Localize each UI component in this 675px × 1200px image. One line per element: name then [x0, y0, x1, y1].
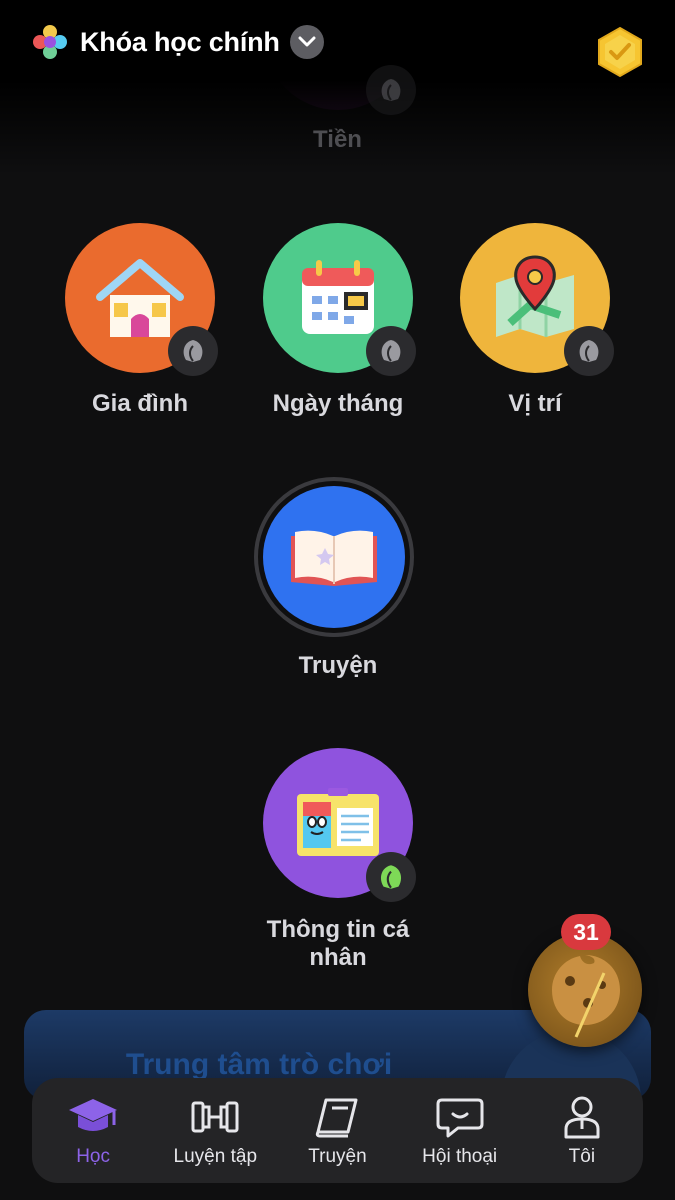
- bottom-tab-bar: Học Luyện tập Truyện Hội thoại Tôi: [32, 1078, 643, 1183]
- reward-count-badge: 31: [561, 914, 611, 950]
- leaf-badge-ngay-thang: [366, 326, 416, 376]
- lesson-label-thong-tin-ca-nhan: Thông tin cá nhân: [266, 916, 410, 971]
- dumbbell-icon: [191, 1101, 239, 1132]
- lesson-label-ngay-thang: Ngày tháng: [272, 390, 404, 417]
- leaf-icon: [381, 79, 401, 101]
- tab-toi[interactable]: Tôi: [523, 1094, 641, 1168]
- leaf-badge-thong-tin-ca-nhan: [366, 852, 416, 902]
- graduation-cap-icon: [69, 1098, 118, 1131]
- tab-label-luyen-tap: Luyện tập: [173, 1145, 258, 1167]
- chat-bubble-icon: [436, 1098, 484, 1137]
- open-book-icon: [291, 530, 377, 586]
- reward-button[interactable]: [528, 933, 642, 1047]
- tab-hoc[interactable]: Học: [34, 1094, 152, 1168]
- course-title: Khóa học chính: [80, 26, 280, 57]
- tab-hoi-thoai[interactable]: Hội thoại: [401, 1094, 519, 1168]
- tab-label-hoi-thoai: Hội thoại: [422, 1145, 498, 1167]
- leaf-icon: [183, 340, 203, 362]
- book-icon: [316, 1098, 358, 1137]
- leaf-badge-gia-dinh: [168, 326, 218, 376]
- faded-leaf-badge: [366, 65, 416, 115]
- id-card-icon: [297, 788, 379, 856]
- lesson-label-vi-tri: Vị trí: [508, 390, 562, 417]
- map-pin-icon: [496, 255, 574, 337]
- tab-label-truyen: Truyện: [308, 1145, 367, 1167]
- lesson-node-truyen[interactable]: [263, 486, 405, 628]
- leaf-icon: [381, 340, 401, 362]
- app-logo-icon: [33, 25, 67, 59]
- calendar-icon: [302, 260, 374, 334]
- person-icon: [564, 1096, 600, 1138]
- games-center-title: Trung tâm trò chơi: [125, 1048, 393, 1081]
- course-picker[interactable]: Khóa học chính: [32, 24, 324, 60]
- lesson-label-gia-dinh: Gia đình: [92, 390, 188, 417]
- lesson-label-truyen: Truyện: [298, 652, 378, 679]
- cookie-icon: [552, 955, 620, 1038]
- daily-quest-button[interactable]: [597, 26, 643, 83]
- tab-label-hoc: Học: [76, 1145, 110, 1167]
- house-icon: [96, 259, 184, 337]
- completed-leaf-icon: [380, 865, 402, 889]
- daily-quest-icon: [598, 26, 642, 78]
- lesson-label-tien: Tiền: [313, 126, 362, 153]
- course-dropdown-button[interactable]: [289, 25, 324, 59]
- chevron-down-icon: [298, 36, 316, 47]
- leaf-icon: [579, 340, 599, 362]
- tab-luyen-tap[interactable]: Luyện tập: [156, 1094, 274, 1168]
- tab-truyen[interactable]: Truyện: [278, 1094, 396, 1168]
- tab-label-toi: Tôi: [568, 1145, 596, 1167]
- leaf-badge-vi-tri: [564, 326, 614, 376]
